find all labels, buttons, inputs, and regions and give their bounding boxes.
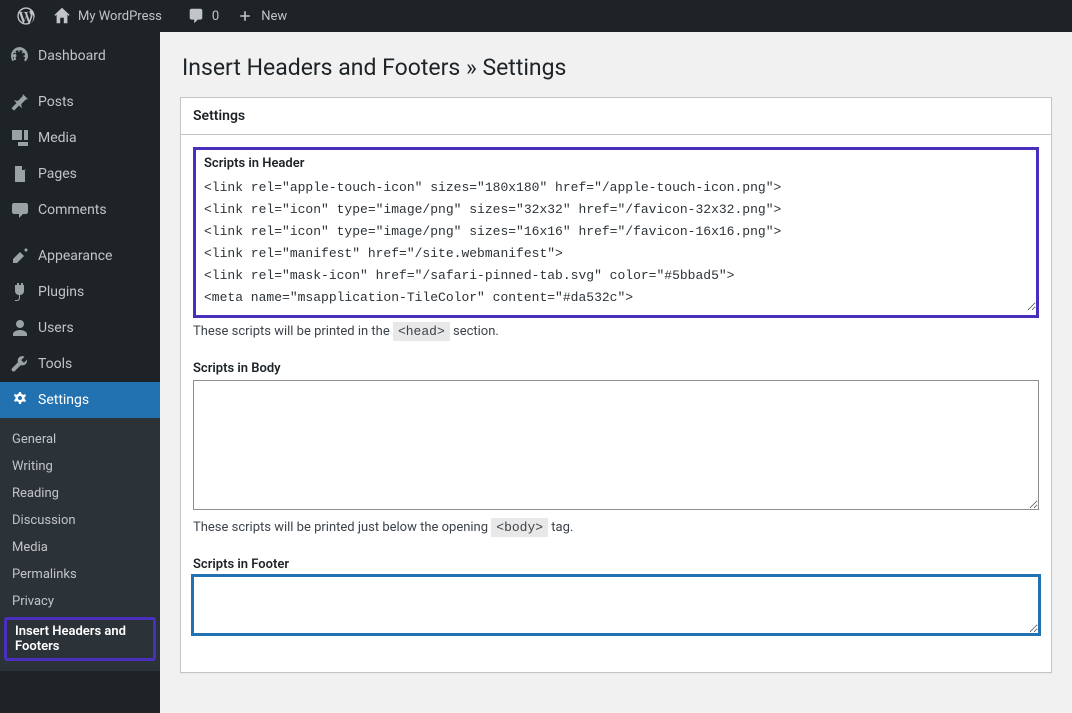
settings-icon (10, 390, 30, 410)
sidebar-item-label: Appearance (38, 248, 112, 264)
field-header: Scripts in Header These scripts will be … (193, 147, 1039, 339)
sidebar-item-label: Users (38, 320, 74, 336)
tool-icon (10, 354, 30, 374)
submenu-item-writing[interactable]: Writing (0, 453, 160, 480)
site-link[interactable]: My WordPress (44, 0, 170, 32)
admin-sidebar: Dashboard Posts Media Pages Comments App… (0, 32, 160, 713)
sidebar-item-media[interactable]: Media (0, 120, 160, 156)
header-hint: These scripts will be printed in the <he… (193, 324, 1039, 339)
code-head: <head> (393, 322, 450, 341)
admin-bar: My WordPress 0 New (0, 0, 1072, 32)
pin-icon (10, 92, 30, 112)
sidebar-item-dashboard[interactable]: Dashboard (0, 38, 160, 74)
sidebar-item-label: Dashboard (38, 48, 106, 64)
sidebar-item-posts[interactable]: Posts (0, 84, 160, 120)
submenu-item-media[interactable]: Media (0, 534, 160, 561)
settings-box: Settings Scripts in Header These scripts… (180, 97, 1052, 673)
sidebar-item-settings[interactable]: Settings (0, 382, 160, 418)
appearance-icon (10, 246, 30, 266)
sidebar-item-label: Media (38, 130, 77, 146)
submenu-item-insert-headers-footers[interactable]: Insert Headers and Footers (4, 617, 156, 661)
submenu-item-general[interactable]: General (0, 426, 160, 453)
plugin-icon (10, 282, 30, 302)
sidebar-item-plugins[interactable]: Plugins (0, 274, 160, 310)
field-label-header: Scripts in Header (196, 150, 1036, 171)
wp-logo[interactable] (8, 0, 44, 32)
submenu-item-privacy[interactable]: Privacy (0, 588, 160, 615)
home-icon (52, 6, 72, 26)
dashboard-icon (10, 46, 30, 66)
sidebar-item-label: Posts (38, 94, 74, 110)
new-content-link[interactable]: New (227, 0, 295, 32)
sidebar-item-appearance[interactable]: Appearance (0, 238, 160, 274)
settings-submenu: General Writing Reading Discussion Media… (0, 418, 160, 671)
wordpress-icon (16, 6, 36, 26)
sidebar-item-label: Pages (38, 166, 77, 182)
media-icon (10, 128, 30, 148)
sidebar-item-label: Settings (38, 392, 89, 408)
sidebar-item-label: Comments (38, 202, 107, 218)
comments-link[interactable]: 0 (178, 0, 227, 32)
settings-box-title: Settings (181, 98, 1051, 135)
field-label-body: Scripts in Body (193, 361, 1039, 376)
site-name: My WordPress (78, 9, 162, 24)
comment-icon (10, 200, 30, 220)
sidebar-item-label: Plugins (38, 284, 84, 300)
footer-scripts-textarea[interactable] (193, 576, 1039, 634)
content-area: Insert Headers and Footers » Settings Se… (160, 32, 1072, 713)
field-footer: Scripts in Footer (193, 557, 1039, 638)
page-icon (10, 164, 30, 184)
header-highlight-frame: Scripts in Header (193, 147, 1039, 318)
field-body: Scripts in Body These scripts will be pr… (193, 361, 1039, 535)
sidebar-item-pages[interactable]: Pages (0, 156, 160, 192)
submenu-item-permalinks[interactable]: Permalinks (0, 561, 160, 588)
body-scripts-textarea[interactable] (193, 380, 1039, 510)
comment-icon (186, 6, 206, 26)
sidebar-item-comments[interactable]: Comments (0, 192, 160, 228)
body-hint: These scripts will be printed just below… (193, 520, 1039, 535)
sidebar-item-users[interactable]: Users (0, 310, 160, 346)
sidebar-item-tools[interactable]: Tools (0, 346, 160, 382)
page-title: Insert Headers and Footers » Settings (182, 54, 1052, 81)
sidebar-item-label: Tools (38, 356, 72, 372)
submenu-item-reading[interactable]: Reading (0, 480, 160, 507)
submenu-item-discussion[interactable]: Discussion (0, 507, 160, 534)
field-label-footer: Scripts in Footer (193, 557, 1039, 572)
code-body: <body> (491, 518, 548, 537)
header-scripts-textarea[interactable] (196, 171, 1036, 311)
user-icon (10, 318, 30, 338)
comments-count: 0 (212, 9, 219, 24)
new-label: New (261, 9, 287, 24)
plus-icon (235, 6, 255, 26)
